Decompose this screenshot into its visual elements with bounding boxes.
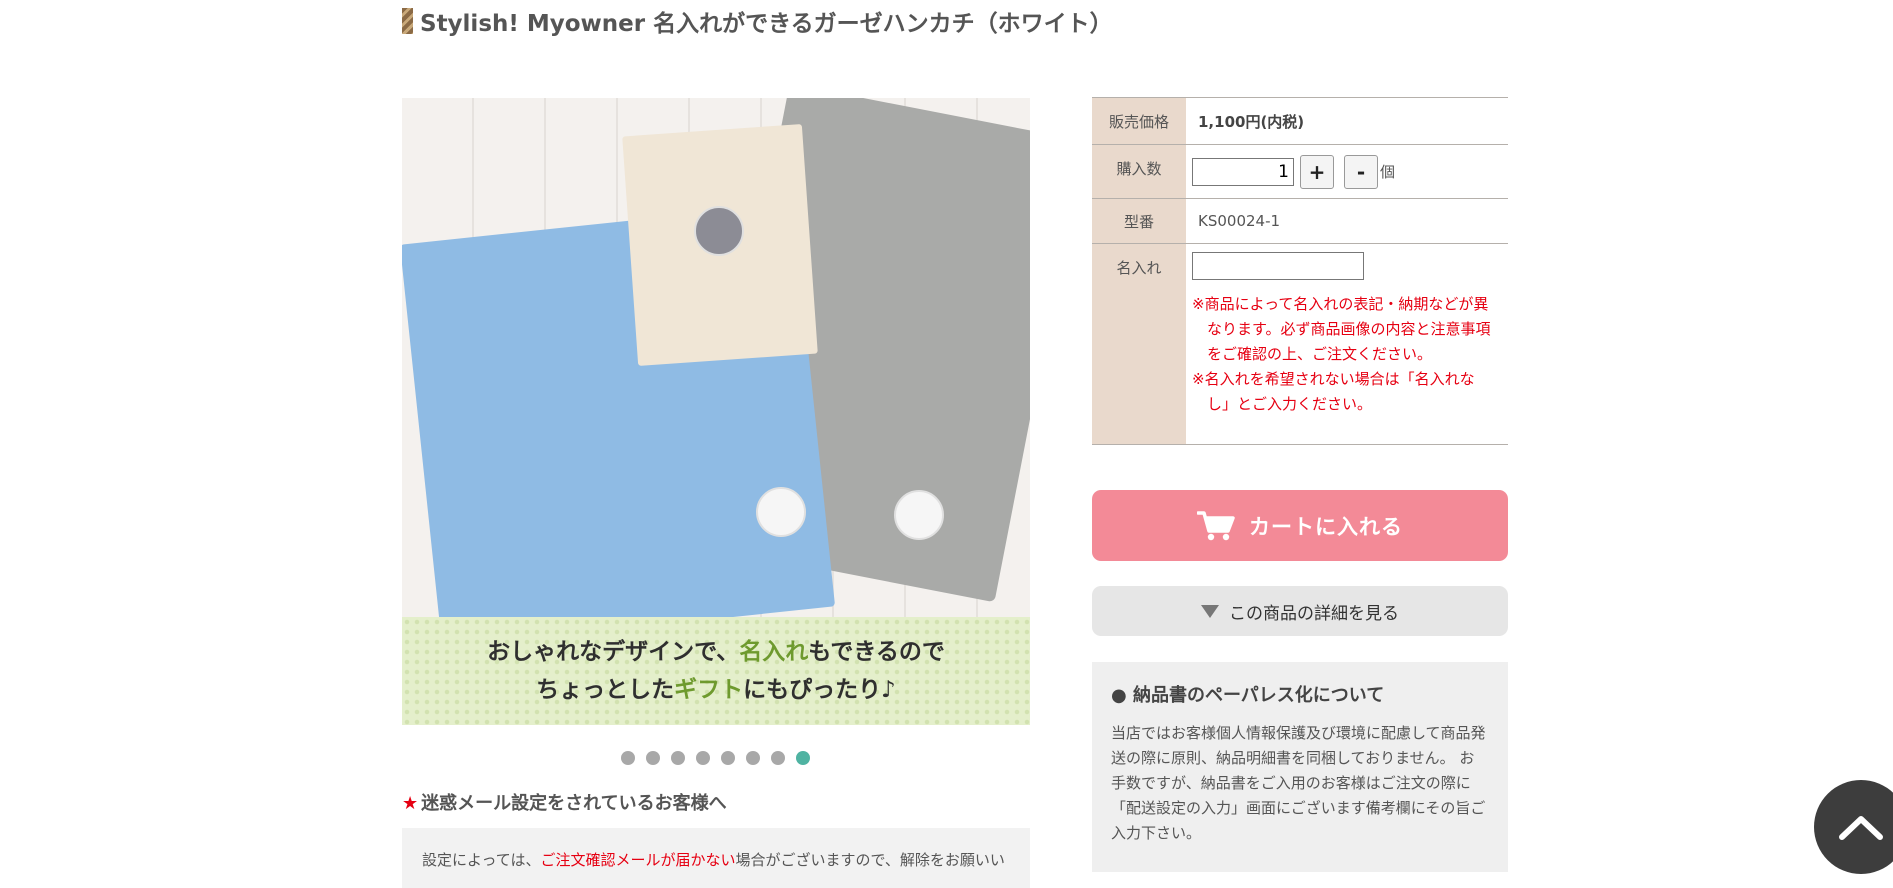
triangle-down-icon [1201,604,1219,618]
cart-icon [1197,510,1235,540]
spec-table: 販売価格 1,100円(内税) 購入数 + - 個 型番 KS00024-1 名… [1092,97,1508,445]
page-title: Stylish! Myowner 名入れができるガーゼハンカチ（ホワイト） [402,6,1113,37]
quantity-row: 購入数 + - 個 [1092,145,1508,199]
back-to-top-button[interactable] [1814,780,1893,874]
quantity-plus-button[interactable]: + [1300,154,1334,189]
model-label: 型番 [1092,199,1186,243]
slider-dot-2[interactable] [646,751,660,765]
paperless-info-box: ● 納品書のペーパレス化について 当店ではお客様個人情報保護及び環境に配慮して商… [1092,662,1508,872]
quantity-controls: + - 個 [1186,145,1508,198]
title-marker-icon [402,8,413,34]
paperless-title: ● 納品書のペーパレス化について [1111,685,1385,706]
product-title: Stylish! Myowner 名入れができるガーゼハンカチ（ホワイト） [420,11,1113,37]
name-note-1: ※商品によって名入れの表記・納期などが異なります。必ず商品画像の内容と注意事項を… [1192,295,1491,363]
slider-dot-8[interactable] [796,751,810,765]
caption-line-1: おしゃれなデザインで、名入れもできるので [487,639,945,665]
slider-dot-5[interactable] [721,751,735,765]
image-caption: おしゃれなデザインで、名入れもできるので ちょっとしたギフトにもぴったり♪ [402,617,1030,725]
quantity-label: 購入数 [1092,145,1186,198]
add-to-cart-label: カートに入れる [1249,514,1403,539]
star-icon: ★ [402,793,419,814]
name-engraving-input[interactable] [1192,252,1364,280]
price-label: 販売価格 [1092,98,1186,144]
view-details-label: この商品の詳細を見る [1229,603,1399,624]
slider-dot-7[interactable] [771,751,785,765]
notice-heading: ★ 迷惑メール設定をされているお客様へ [402,793,727,814]
price-value: 1,100円(内税) [1198,112,1305,131]
product-image[interactable]: おしゃれなデザインで、名入れもできるので ちょっとしたギフトにもぴったり♪ [402,98,1030,725]
name-tag-blue [756,487,806,537]
name-tag-gray [894,490,944,540]
view-details-button[interactable]: この商品の詳細を見る [1092,586,1508,636]
name-tag-dark [694,206,744,256]
chevron-up-icon [1839,816,1883,840]
slider-dot-1[interactable] [621,751,635,765]
notice-text: 設定によっては、ご注文確認メールが届かない場合がございますので、解除をお願いい [422,851,1005,869]
add-to-cart-button[interactable]: カートに入れる [1092,490,1508,561]
name-engraving-label: 名入れ [1092,244,1186,444]
name-engraving-note: ※商品によって名入れの表記・納期などが異なります。必ず商品画像の内容と注意事項を… [1192,292,1496,417]
quantity-unit: 個 [1380,163,1396,181]
caption-line-2: ちょっとしたギフトにもぴったり♪ [536,677,896,703]
quantity-input[interactable] [1192,157,1294,186]
notice-box: 設定によっては、ご注文確認メールが届かない場合がございますので、解除をお願いい [402,828,1030,888]
quantity-minus-button[interactable]: - [1344,154,1378,189]
model-row: 型番 KS00024-1 [1092,199,1508,244]
name-engraving-row: 名入れ ※商品によって名入れの表記・納期などが異なります。必ず商品画像の内容と注… [1092,244,1508,445]
paperless-body: 当店ではお客様個人情報保護及び環境に配慮して商品発送の際に原則、納品明細書を同梱… [1111,724,1486,842]
slider-dot-6[interactable] [746,751,760,765]
price-row: 販売価格 1,100円(内税) [1092,98,1508,145]
model-value: KS00024-1 [1198,212,1281,230]
name-engraving-cell: ※商品によって名入れの表記・納期などが異なります。必ず商品画像の内容と注意事項を… [1186,244,1508,444]
slider-dots [621,751,810,765]
name-note-2: ※名入れを希望されない場合は「名入れなし」とご入力ください。 [1192,370,1475,413]
slider-dot-4[interactable] [696,751,710,765]
slider-dot-3[interactable] [671,751,685,765]
